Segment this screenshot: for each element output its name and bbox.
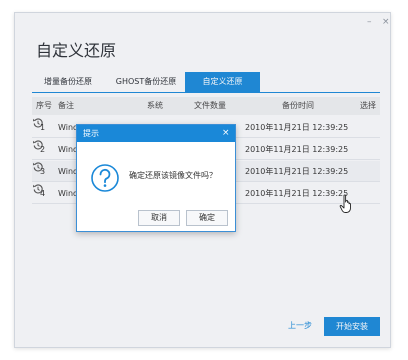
dialog-title: 提示 xyxy=(83,129,99,138)
dialog-message: 确定还原该镜像文件吗？ xyxy=(129,171,217,180)
hand-cursor-icon xyxy=(339,194,351,213)
question-icon xyxy=(91,164,119,192)
ok-button[interactable]: 确定 xyxy=(186,210,228,226)
cancel-button[interactable]: 取消 xyxy=(138,210,180,226)
confirm-dialog: 提示 × 确定还原该镜像文件吗？ 取消 确定 xyxy=(76,124,236,232)
dialog-close-icon[interactable]: × xyxy=(222,125,230,142)
dialog-header: 提示 × xyxy=(77,125,235,142)
